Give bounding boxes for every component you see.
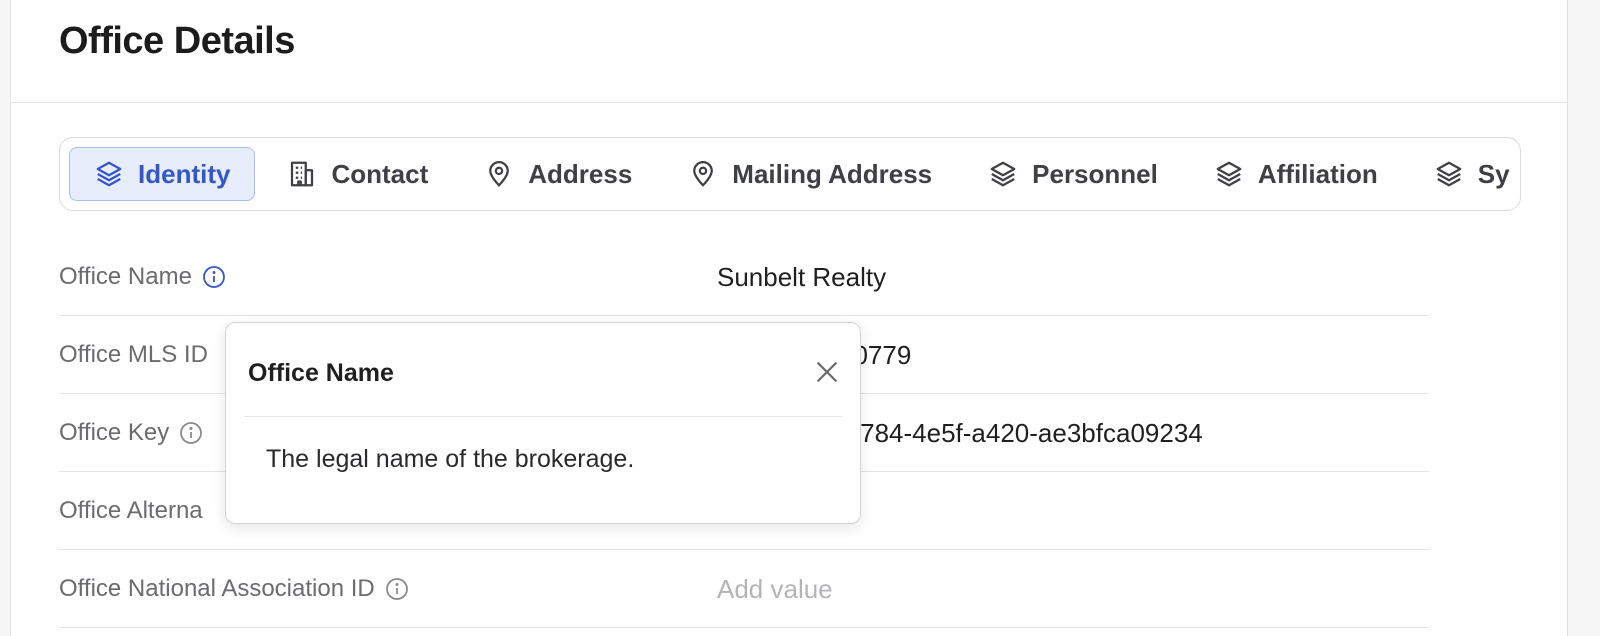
page-title: Office Details xyxy=(59,20,295,62)
tab-bar: Identity Contact Address Mailing Address… xyxy=(59,137,1521,211)
field-label-text: Office Name xyxy=(59,263,192,290)
field-row-office-name: Office Name Sunbelt Realty xyxy=(59,238,1429,316)
field-label-text: Office Alterna xyxy=(59,497,203,524)
tab-mailing-address[interactable]: Mailing Address xyxy=(664,147,956,201)
tab-system[interactable]: Sy xyxy=(1410,147,1520,201)
tab-address[interactable]: Address xyxy=(460,147,656,201)
field-label: Office Name xyxy=(59,238,226,316)
field-label-text: Office Key xyxy=(59,419,170,446)
popover-title: Office Name xyxy=(248,359,394,387)
tab-label: Affiliation xyxy=(1257,158,1378,189)
field-label-text: Office National Association ID xyxy=(59,575,375,602)
tab-label: Contact xyxy=(331,158,429,189)
field-value[interactable]: Sunbelt Realty xyxy=(717,238,886,316)
info-icon[interactable] xyxy=(179,421,203,445)
tab-label: Identity xyxy=(138,158,231,189)
tab-label: Address xyxy=(528,158,633,189)
tab-personnel[interactable]: Personnel xyxy=(964,147,1182,201)
field-value-text: -5784-4e5f-a420-ae3bfca09234 xyxy=(837,417,1203,448)
tab-identity[interactable]: Identity xyxy=(69,147,256,201)
field-label-text: Office MLS ID xyxy=(59,341,208,368)
tab-label: Sy xyxy=(1477,158,1510,189)
map-pin-icon xyxy=(693,161,714,187)
tab-contact[interactable]: Contact xyxy=(263,147,452,201)
field-row-office-national-association-id: Office National Association ID Add value xyxy=(59,550,1429,628)
field-value-placeholder[interactable]: Add value xyxy=(717,550,833,628)
field-value[interactable]: -5784-4e5f-a420-ae3bfca09234 xyxy=(837,394,1203,472)
info-popover: Office Name The legal name of the broker… xyxy=(225,322,861,524)
tab-label: Mailing Address xyxy=(732,158,933,189)
field-label: Office National Association ID xyxy=(59,550,409,628)
building-icon xyxy=(291,161,314,187)
office-details-panel: Office Details Identity Contact Address … xyxy=(10,0,1568,636)
map-pin-icon xyxy=(489,161,510,187)
panel-header: Office Details xyxy=(11,0,1567,103)
popover-body: The legal name of the brokerage. xyxy=(266,445,635,473)
field-label: Office Key xyxy=(59,394,203,472)
field-label: Office MLS ID xyxy=(59,316,208,394)
tab-affiliation[interactable]: Affiliation xyxy=(1190,147,1402,201)
info-icon[interactable] xyxy=(385,577,409,601)
tab-label: Personnel xyxy=(1032,158,1158,189)
field-label: Office Alterna xyxy=(59,472,203,550)
info-icon[interactable] xyxy=(202,265,226,289)
layers-icon xyxy=(990,161,1016,187)
layers-icon xyxy=(1216,161,1242,187)
close-icon[interactable] xyxy=(812,357,842,387)
layers-icon xyxy=(96,161,122,187)
layers-icon xyxy=(1436,161,1462,187)
